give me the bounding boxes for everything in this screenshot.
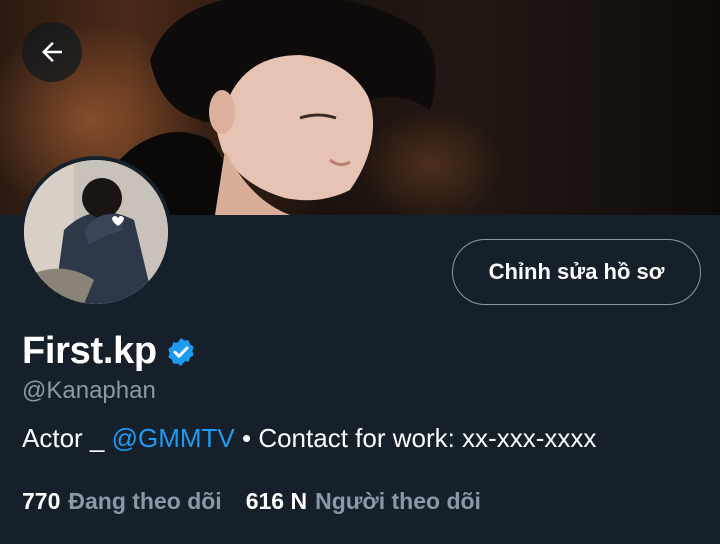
edit-profile-button[interactable]: Chỉnh sửa hồ sơ bbox=[452, 239, 701, 305]
following-stat[interactable]: 770 Đang theo dõi bbox=[22, 488, 222, 515]
arrow-left-icon bbox=[42, 42, 62, 62]
avatar-photo bbox=[24, 160, 168, 304]
followers-label: Người theo dõi bbox=[315, 488, 481, 514]
followers-count: 616 N bbox=[245, 488, 308, 514]
profile-handle: @Kanaphan bbox=[22, 377, 156, 404]
bio-suffix: • Contact for work: xx-xxx-xxxx bbox=[234, 423, 597, 453]
profile-bio: Actor _ @GMMTV • Contact for work: xx-xx… bbox=[22, 423, 596, 454]
bio-prefix: Actor _ bbox=[22, 423, 112, 453]
following-count: 770 bbox=[22, 488, 61, 514]
verified-badge-icon bbox=[168, 337, 194, 366]
avatar[interactable] bbox=[20, 156, 172, 308]
following-label: Đang theo dõi bbox=[68, 488, 222, 514]
back-button[interactable] bbox=[22, 22, 82, 82]
display-name-row: First.kp bbox=[22, 330, 197, 373]
profile-stats: 770 Đang theo dõi 616 N Người theo dõi bbox=[22, 488, 481, 515]
display-name: First.kp bbox=[22, 330, 157, 372]
followers-stat[interactable]: 616 N Người theo dõi bbox=[246, 488, 481, 515]
bio-mention-link[interactable]: @GMMTV bbox=[112, 423, 235, 453]
